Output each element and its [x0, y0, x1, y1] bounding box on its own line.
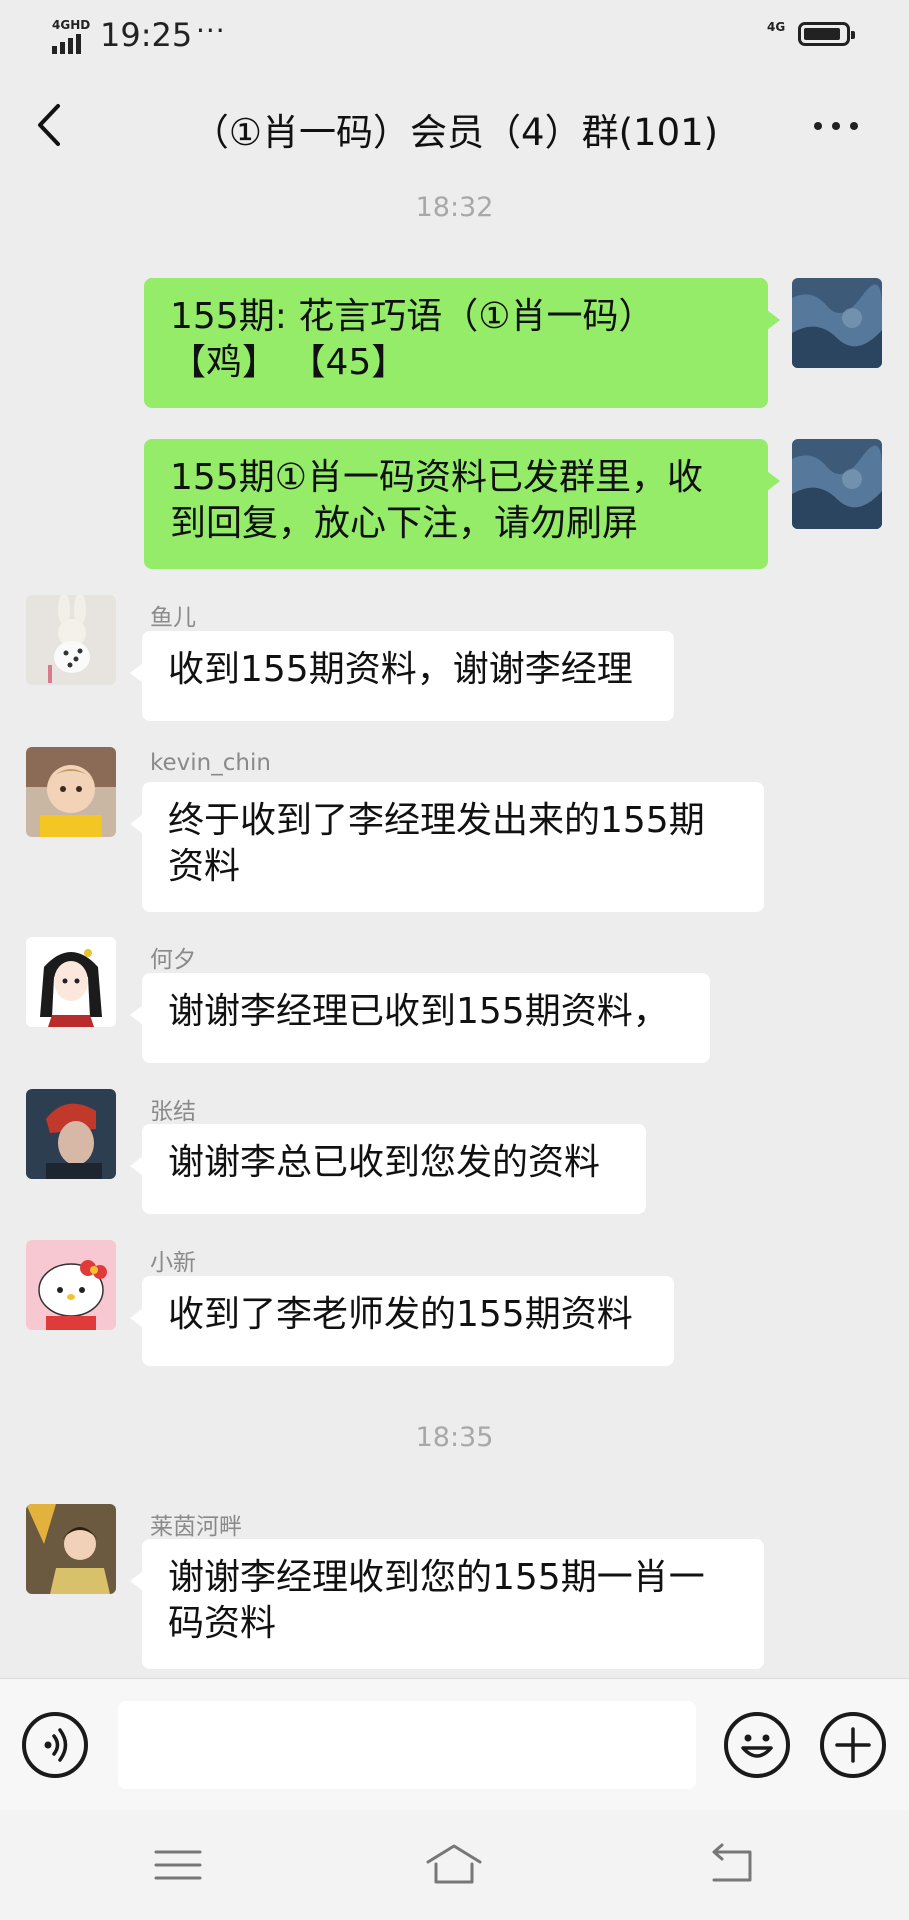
avatar-hexi[interactable] [26, 937, 116, 1027]
status-time: 19:25 [100, 16, 193, 54]
message-input[interactable] [118, 1701, 696, 1789]
chat-title: （①肖一码）会员（4）群(101) [191, 111, 719, 154]
chat-input-bar [0, 1678, 909, 1811]
system-navigation-bar [0, 1810, 909, 1920]
message-bubble[interactable]: 收到了李老师发的155期资料 [130, 1276, 674, 1366]
menu-icon [154, 1850, 202, 1880]
signal-bars-icon [52, 34, 81, 54]
message-line: 到回复，放心下注，请勿刷屏 [170, 503, 639, 544]
message-line: 资料 [168, 846, 241, 887]
plus-circle-icon [835, 1727, 871, 1763]
avatar-kevin-chin[interactable] [26, 747, 116, 837]
message-line: 谢谢李经理已收到155期资料， [168, 991, 669, 1032]
avatar-zhangjie[interactable] [26, 1089, 116, 1179]
avatar-xiaoxin[interactable] [26, 1240, 116, 1330]
chat-header: （①肖一码）会员（4）群(101) [0, 70, 909, 180]
system-home-button[interactable] [424, 1840, 484, 1890]
sender-name: 鱼儿 [150, 605, 196, 631]
sender-name: 莱茵河畔 [150, 1514, 242, 1540]
voice-icon [44, 1728, 68, 1762]
message-bubble[interactable]: 谢谢李经理已收到155期资料， [130, 973, 710, 1063]
home-icon [426, 1844, 482, 1884]
timestamp: 18:35 [415, 1422, 494, 1453]
timestamp: 18:32 [415, 192, 494, 223]
message-bubble[interactable]: 谢谢李经理收到您的155期一肖一 码资料 [130, 1539, 764, 1669]
avatar-yuer[interactable] [26, 595, 116, 685]
message-line: 【鸡】 【45】 [170, 342, 408, 383]
network-type-right: 4G [767, 20, 786, 34]
chevron-left-icon [38, 104, 60, 146]
avatar-self[interactable] [792, 439, 882, 529]
battery-icon [798, 22, 855, 46]
message-bubble-mine[interactable]: 155期①肖一码资料已发群里，收 到回复，放心下注，请勿刷屏 [144, 439, 780, 569]
back-button[interactable] [30, 100, 70, 150]
voice-button[interactable] [22, 1712, 88, 1778]
sender-name: 何夕 [150, 947, 196, 973]
message-bubble[interactable]: 谢谢李总已收到您发的资料 [130, 1124, 646, 1214]
emoji-button[interactable] [724, 1712, 790, 1778]
system-back-button[interactable] [702, 1840, 762, 1890]
message-line: 谢谢李经理收到您的155期一肖一 [168, 1557, 705, 1598]
message-line: 终于收到了李经理发出来的155期 [168, 800, 705, 841]
message-bubble[interactable]: 收到155期资料，谢谢李经理 [130, 631, 674, 721]
message-line: 155期①肖一码资料已发群里，收 [170, 457, 703, 498]
status-more-indicator: ··· [196, 14, 226, 47]
back-return-icon [712, 1843, 752, 1882]
message-bubble-mine[interactable]: 155期: 花言巧语（①肖一码） 【鸡】 【45】 [144, 278, 780, 408]
message-line: 155期: 花言巧语（①肖一码） [170, 296, 655, 337]
message-line: 收到155期资料，谢谢李经理 [168, 649, 633, 690]
avatar-laiyinhepan[interactable] [26, 1504, 116, 1594]
network-type-label: 4GHD [52, 18, 91, 32]
message-line: 收到了李老师发的155期资料 [168, 1294, 633, 1335]
emoji-icon [741, 1734, 773, 1758]
avatar-self[interactable] [792, 278, 882, 368]
add-attachment-button[interactable] [820, 1712, 886, 1778]
sender-name: kevin_chin [150, 750, 271, 776]
message-line: 码资料 [168, 1603, 277, 1644]
system-menu-button[interactable] [148, 1840, 208, 1890]
message-line: 谢谢李总已收到您发的资料 [168, 1142, 601, 1183]
more-options-button[interactable] [812, 100, 862, 140]
sender-name: 小新 [150, 1250, 196, 1276]
signal-indicator: 4GHD [52, 18, 92, 54]
status-bar: 4GHD 19:25 ··· 4G [0, 0, 909, 70]
sender-name: 张结 [150, 1099, 196, 1125]
message-bubble[interactable]: 终于收到了李经理发出来的155期 资料 [130, 782, 764, 912]
